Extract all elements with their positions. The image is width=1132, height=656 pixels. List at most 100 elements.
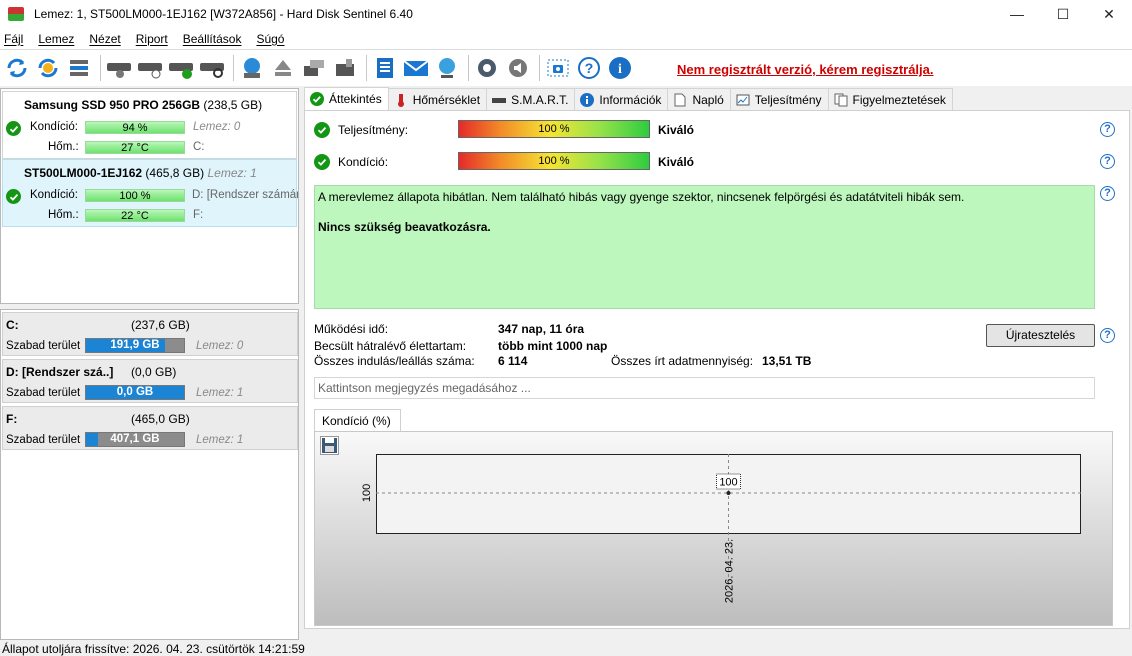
menu-settings[interactable]: Beállítások	[179, 32, 251, 46]
free-space-value: 191,9 GB	[110, 339, 160, 351]
refresh-icon[interactable]	[3, 54, 31, 82]
partition-card-c[interactable]: C: (237,6 GB) Szabad terület 191,9 GB Le…	[2, 312, 298, 356]
toolbar-separator	[468, 55, 469, 81]
status-bar: Állapot utoljára frissítve: 2026. 04. 23…	[0, 642, 1132, 656]
condition-bar: 100 %	[85, 189, 185, 202]
unregistered-link[interactable]: Nem regisztrált verzió, kérem regisztrál…	[677, 62, 934, 77]
tab-label: Áttekintés	[329, 92, 382, 106]
disk-number-label: Lemez: 0	[196, 340, 244, 352]
toolbar-separator	[233, 55, 234, 81]
info-icon[interactable]: i	[606, 54, 634, 82]
free-space-value: 407,1 GB	[110, 433, 160, 445]
help-icon[interactable]: ?	[575, 54, 603, 82]
minimize-button[interactable]: —	[994, 0, 1040, 28]
tab-label: Hőmérséklet	[412, 92, 481, 107]
retest-button[interactable]: Újratesztelés	[986, 324, 1095, 347]
disk-info-icon[interactable]	[105, 54, 133, 82]
report-icon[interactable]	[371, 54, 399, 82]
temperature-bar: 27 °C	[85, 141, 185, 154]
tab-label: Teljesítmény	[754, 92, 822, 107]
free-space-label: Szabad terület	[6, 340, 81, 352]
status-description: A merevlemez állapota hibátlan. Nem talá…	[318, 190, 965, 204]
partition-name: D: [Rendszer szá..]	[6, 365, 114, 379]
tab-label: S.M.A.R.T.	[511, 92, 569, 107]
window-title: Lemez: 1, ST500LM000-1EJ162 [W372A856] -…	[34, 7, 413, 21]
performance-label: Teljesítmény:	[338, 123, 409, 137]
disk-card-st500[interactable]: ST500LM000-1EJ162 (465,8 GB) Lemez: 1 Ko…	[2, 159, 298, 227]
check-icon	[310, 92, 324, 106]
disk-number-label: Lemez: 1	[207, 166, 257, 180]
sound-icon[interactable]	[504, 54, 532, 82]
free-space-bar: 407,1 GB	[85, 432, 185, 447]
check-icon	[6, 189, 21, 204]
partition-card-d[interactable]: D: [Rendszer szá..] (0,0 GB) Szabad terü…	[2, 359, 298, 403]
check-icon	[314, 154, 330, 170]
start-stop-value: 6 114	[498, 354, 528, 368]
refresh-all-icon[interactable]	[34, 54, 62, 82]
data-point	[726, 491, 731, 495]
menu-bar: Fájl Lemez Nézet Riport Beállítások Súgó	[0, 28, 1132, 50]
condition-label: Kondíció:	[338, 155, 389, 169]
email-icon[interactable]	[402, 54, 430, 82]
backup-icon[interactable]	[300, 54, 328, 82]
disk-list-icon[interactable]	[65, 54, 93, 82]
tab-alerts[interactable]: Figyelmeztetések	[827, 88, 953, 110]
condition-label: Kondíció:	[30, 189, 78, 201]
title-bar: Lemez: 1, ST500LM000-1EJ162 [W372A856] -…	[0, 0, 1132, 28]
status-action: Nincs szükség beavatkozásra.	[318, 220, 491, 234]
partition-card-f[interactable]: F: (465,0 GB) Szabad terület 407,1 GB Le…	[2, 406, 298, 450]
tab-information[interactable]: Információk	[574, 88, 669, 110]
help-icon[interactable]: ?	[1100, 328, 1115, 343]
lifetime-label: Becsült hátralévő élettartam:	[314, 339, 467, 353]
health-status-box: A merevlemez állapota hibátlan. Nem talá…	[314, 185, 1095, 309]
performance-bar: 100 %	[458, 120, 650, 138]
toolbar-separator	[539, 55, 540, 81]
menu-help[interactable]: Súgó	[252, 32, 293, 46]
drive-icon[interactable]	[331, 54, 359, 82]
disk-test-icon[interactable]	[167, 54, 195, 82]
tab-smart[interactable]: S.M.A.R.T.	[486, 88, 576, 110]
condition-chart: 100 100 2026. 04. 23.	[361, 454, 1081, 603]
close-button[interactable]: ✕	[1086, 0, 1132, 28]
document-icon	[673, 93, 687, 107]
chart-icon	[736, 93, 750, 107]
info-icon	[580, 92, 595, 107]
performance-value: 100 %	[538, 123, 570, 135]
lifetime-value: több mint 1000 nap	[498, 339, 608, 353]
help-icon[interactable]: ?	[1100, 154, 1115, 169]
tab-overview[interactable]: Áttekintés	[304, 87, 389, 110]
partition-name: C:	[6, 318, 19, 332]
help-icon[interactable]: ?	[1100, 122, 1115, 137]
chart-tab-condition[interactable]: Kondíció (%)	[314, 409, 401, 432]
disk-name: Samsung SSD 950 PRO 256GB (238,5 GB)	[24, 98, 262, 112]
uptime-label: Működési idő:	[314, 322, 389, 336]
help-icon[interactable]: ?	[1100, 186, 1115, 201]
partition-list-panel: C: (237,6 GB) Szabad terület 191,9 GB Le…	[0, 309, 299, 640]
screenshot-icon[interactable]	[544, 54, 572, 82]
y-tick-label: 100	[361, 484, 373, 502]
menu-file[interactable]: Fájl	[0, 32, 32, 46]
gear-icon[interactable]	[473, 54, 501, 82]
disk-card-samsung[interactable]: Samsung SSD 950 PRO 256GB (238,5 GB) Kon…	[2, 91, 297, 159]
tab-performance[interactable]: Teljesítmény	[729, 88, 829, 110]
menu-view[interactable]: Nézet	[85, 32, 129, 46]
temperature-label: Hőm.:	[48, 209, 79, 221]
disk-schedule-icon[interactable]	[136, 54, 164, 82]
menu-report[interactable]: Riport	[132, 32, 177, 46]
disk-search-icon[interactable]	[198, 54, 226, 82]
tab-temperature[interactable]: Hőmérséklet	[387, 88, 488, 110]
maximize-button[interactable]: ☐	[1040, 0, 1086, 28]
check-icon	[6, 121, 21, 136]
drive-letters: F:	[193, 209, 204, 221]
eject-icon[interactable]	[269, 54, 297, 82]
thermometer-icon	[394, 93, 408, 107]
condition-value: 100 %	[538, 155, 570, 167]
disk-model: Samsung SSD 950 PRO 256GB	[24, 98, 201, 112]
tab-log[interactable]: Napló	[667, 88, 731, 110]
note-input[interactable]	[314, 377, 1095, 399]
disk-name: ST500LM000-1EJ162 (465,8 GB) Lemez: 1	[24, 166, 257, 180]
condition-rating: Kiváló	[658, 155, 695, 169]
network-icon[interactable]	[433, 54, 461, 82]
network-disk-icon[interactable]	[238, 54, 266, 82]
menu-disk[interactable]: Lemez	[34, 32, 83, 46]
